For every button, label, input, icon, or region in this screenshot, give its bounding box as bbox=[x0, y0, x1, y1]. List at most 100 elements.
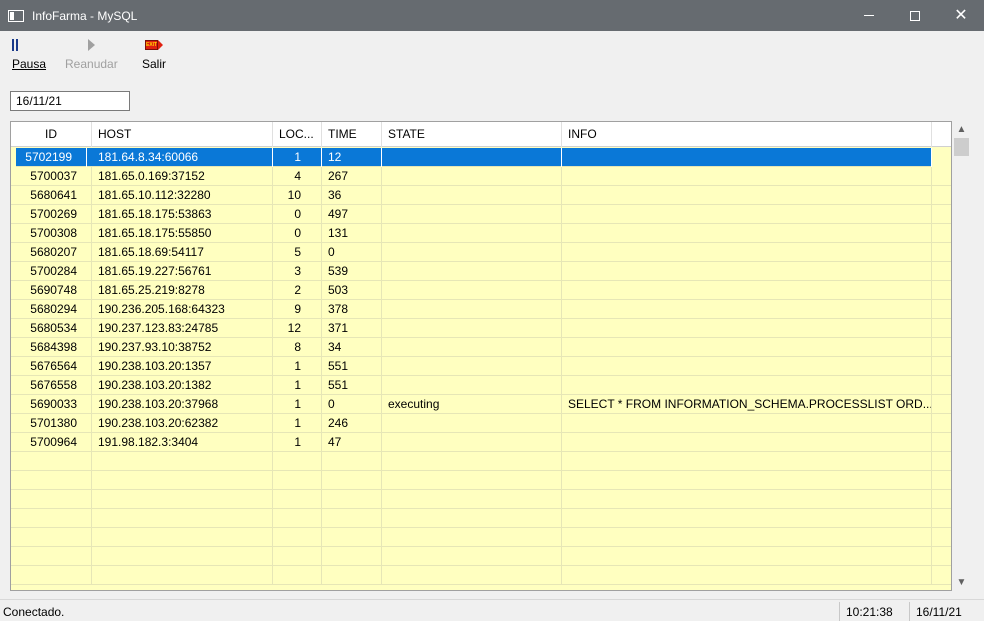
cell-id: 5700964 bbox=[11, 433, 92, 452]
cell-info bbox=[562, 243, 932, 262]
cell-time: 246 bbox=[322, 414, 382, 433]
column-header-loc[interactable]: LOC... bbox=[273, 122, 322, 147]
cell-id: 5680207 bbox=[11, 243, 92, 262]
cell-id: 5700308 bbox=[11, 224, 92, 243]
cell-host bbox=[92, 566, 273, 585]
cell-state bbox=[382, 186, 562, 205]
cell-id bbox=[11, 509, 92, 528]
process-grid[interactable]: ID HOST LOC... TIME STATE INFO 5702199 18… bbox=[10, 121, 952, 591]
cell-time: 36 bbox=[322, 186, 382, 205]
cell-id: 5690748 bbox=[11, 281, 92, 300]
exit-icon-text: EXIT bbox=[145, 39, 158, 50]
cell-loc bbox=[273, 528, 322, 547]
table-row[interactable]: 5690748 181.65.25.219:8278 2 503 bbox=[11, 281, 951, 300]
cell-id: 5701380 bbox=[11, 414, 92, 433]
status-message: Conectado. bbox=[3, 605, 65, 619]
table-row[interactable]: 5700269 181.65.18.175:53863 0 497 bbox=[11, 205, 951, 224]
cell-loc: 1 bbox=[273, 395, 322, 414]
cell-time: 131 bbox=[322, 224, 382, 243]
cell-time: 551 bbox=[322, 357, 382, 376]
table-row[interactable]: 5700964 191.98.182.3:3404 1 47 bbox=[11, 433, 951, 452]
cell-state bbox=[382, 414, 562, 433]
cell-info bbox=[562, 566, 932, 585]
cell-state bbox=[382, 205, 562, 224]
exit-button[interactable]: EXIT Salir bbox=[142, 36, 166, 74]
table-row[interactable]: 5700308 181.65.18.175:55850 0 131 bbox=[11, 224, 951, 243]
table-row[interactable]: 5684398 190.237.93.10:38752 8 34 bbox=[11, 338, 951, 357]
table-row[interactable]: 5690033 190.238.103.20:37968 1 0 executing SE… bbox=[11, 395, 951, 414]
cell-id bbox=[11, 566, 92, 585]
table-row[interactable]: 5701380 190.238.103.20:62382 1 246 bbox=[11, 414, 951, 433]
title-bar: InfoFarma - MySQL ✕ bbox=[0, 0, 984, 31]
cell-info bbox=[562, 300, 932, 319]
table-row[interactable]: 5676558 190.238.103.20:1382 1 551 bbox=[11, 376, 951, 395]
column-header-id[interactable]: ID bbox=[11, 122, 92, 147]
close-button[interactable]: ✕ bbox=[938, 0, 984, 31]
scroll-thumb[interactable] bbox=[954, 138, 969, 156]
cell-info bbox=[562, 319, 932, 338]
cell-state bbox=[382, 243, 562, 262]
date-field[interactable]: 16/11/21 bbox=[10, 91, 130, 111]
cell-time: 497 bbox=[322, 205, 382, 224]
grid-header: ID HOST LOC... TIME STATE INFO bbox=[11, 122, 951, 147]
cell-time: 551 bbox=[322, 376, 382, 395]
play-icon bbox=[85, 36, 97, 53]
pause-icon bbox=[12, 36, 18, 53]
cell-loc: 1 bbox=[273, 357, 322, 376]
table-row[interactable]: 5676564 190.238.103.20:1357 1 551 bbox=[11, 357, 951, 376]
cell-time: 34 bbox=[322, 338, 382, 357]
pause-label: Pausa bbox=[12, 57, 47, 71]
cell-info bbox=[562, 433, 932, 452]
table-row[interactable]: 5700037 181.65.0.169:37152 4 267 bbox=[11, 167, 951, 186]
table-row[interactable]: 5702199 181.64.8.34:60066 1 12 bbox=[16, 148, 932, 167]
cell-time: 0 bbox=[322, 243, 382, 262]
column-header-time[interactable]: TIME bbox=[322, 122, 382, 147]
minimize-button[interactable] bbox=[846, 0, 892, 31]
cell-host: 191.98.182.3:3404 bbox=[92, 433, 273, 452]
maximize-button[interactable] bbox=[892, 0, 938, 31]
cell-state bbox=[382, 262, 562, 281]
cell-loc: 9 bbox=[273, 300, 322, 319]
table-row[interactable]: 5680294 190.236.205.168:64323 9 378 bbox=[11, 300, 951, 319]
table-row[interactable]: 5700284 181.65.19.227:56761 3 539 bbox=[11, 262, 951, 281]
column-header-info[interactable]: INFO bbox=[562, 122, 932, 147]
cell-loc: 5 bbox=[273, 243, 322, 262]
resume-button[interactable]: Reanudar bbox=[65, 36, 118, 74]
vertical-scrollbar[interactable]: ▲ ▼ bbox=[952, 121, 971, 591]
scroll-up-icon[interactable]: ▲ bbox=[952, 121, 971, 138]
empty-row bbox=[11, 566, 951, 585]
cell-info bbox=[562, 376, 932, 395]
cell-loc: 12 bbox=[273, 319, 322, 338]
column-header-host[interactable]: HOST bbox=[92, 122, 273, 147]
cell-host: 190.237.93.10:38752 bbox=[92, 338, 273, 357]
cell-time bbox=[322, 509, 382, 528]
cell-id: 5700037 bbox=[11, 167, 92, 186]
cell-time: 371 bbox=[322, 319, 382, 338]
pause-button[interactable]: Pausa bbox=[12, 36, 46, 74]
table-row[interactable]: 5680641 181.65.10.112:32280 10 36 bbox=[11, 186, 951, 205]
cell-loc: 1 bbox=[273, 414, 322, 433]
cell-id bbox=[11, 471, 92, 490]
table-row[interactable]: 5680207 181.65.18.69:54117 5 0 bbox=[11, 243, 951, 262]
cell-host bbox=[92, 490, 273, 509]
cell-loc: 3 bbox=[273, 262, 322, 281]
resume-label: Reanudar bbox=[65, 57, 118, 71]
cell-loc bbox=[273, 490, 322, 509]
table-row[interactable]: 5680534 190.237.123.83:24785 12 371 bbox=[11, 319, 951, 338]
cell-state bbox=[382, 357, 562, 376]
cell-host: 181.65.19.227:56761 bbox=[92, 262, 273, 281]
cell-loc: 1 bbox=[273, 376, 322, 395]
column-header-state[interactable]: STATE bbox=[382, 122, 562, 147]
cell-state bbox=[382, 509, 562, 528]
scroll-down-icon[interactable]: ▼ bbox=[952, 574, 971, 591]
cell-loc: 0 bbox=[273, 224, 322, 243]
minimize-icon bbox=[864, 15, 874, 16]
empty-row bbox=[11, 547, 951, 566]
cell-time: 47 bbox=[322, 433, 382, 452]
cell-id bbox=[11, 452, 92, 471]
cell-info bbox=[562, 281, 932, 300]
status-date: 16/11/21 bbox=[909, 602, 984, 621]
cell-loc: 2 bbox=[273, 281, 322, 300]
cell-host: 190.238.103.20:1357 bbox=[92, 357, 273, 376]
app-icon[interactable] bbox=[8, 9, 24, 22]
